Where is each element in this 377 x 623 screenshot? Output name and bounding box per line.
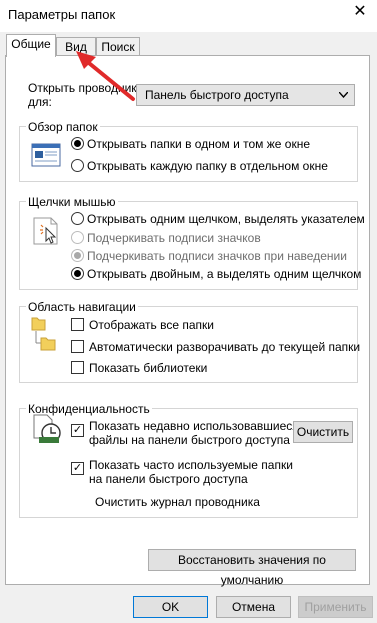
checkbox-show-libraries[interactable] (71, 361, 84, 374)
radio-separate-window[interactable] (71, 159, 84, 172)
tab-general[interactable]: Общие (6, 34, 56, 57)
option-same-window-label: Открывать папки в одном и том же окне (87, 137, 310, 151)
option-frequent-folders-line1: Показать часто используемые папки (89, 458, 293, 472)
option-separate-window-label: Открывать каждую папку в отдельном окне (87, 159, 328, 173)
clear-history-button[interactable]: Очистить (293, 421, 353, 443)
checkbox-expand-to-current[interactable] (71, 340, 84, 353)
option-expand-to-current-label: Автоматически разворачивать до текущей п… (89, 340, 361, 354)
option-recent-files-line2: файлы на панели быстрого доступа (89, 433, 290, 447)
navigation-pane-title: Область навигации (26, 300, 138, 314)
radio-double-click[interactable] (71, 267, 84, 280)
checkbox-frequent-folders[interactable]: ✓ (71, 462, 84, 475)
open-explorer-select[interactable]: Панель быстрого доступа (136, 84, 355, 106)
radio-same-window[interactable] (71, 137, 84, 150)
browse-folders-group (19, 126, 358, 182)
option-show-libraries-label: Показать библиотеки (89, 361, 208, 375)
chevron-down-icon (339, 92, 348, 98)
open-explorer-label-line2: для: (28, 95, 52, 109)
close-icon[interactable]: ✕ (351, 3, 369, 21)
option-single-click-label: Открывать одним щелчком, выделять указат… (87, 212, 365, 226)
privacy-clock-document-icon (33, 414, 61, 443)
checkbox-recent-files[interactable]: ✓ (71, 424, 84, 437)
option-underline-hover-label: Подчеркивать подписи значков при наведен… (87, 249, 347, 263)
checkbox-show-all-folders[interactable] (71, 318, 84, 331)
ok-button[interactable]: OK (133, 596, 208, 618)
option-show-all-folders-label: Отображать все папки (89, 318, 214, 332)
open-explorer-selected-value: Панель быстрого доступа (145, 88, 289, 102)
mouse-clicks-title: Щелчки мышью (26, 195, 118, 209)
option-double-click-label: Открывать двойным, а выделять одним щелч… (87, 267, 362, 281)
clear-history-label: Очистить журнал проводника (95, 495, 260, 509)
cancel-button[interactable]: Отмена (216, 596, 291, 618)
browse-folders-title: Обзор папок (26, 120, 100, 134)
window-icon (31, 143, 61, 167)
option-frequent-folders-line2: на панели быстрого доступа (89, 472, 248, 486)
radio-underline-hover[interactable] (71, 249, 84, 262)
click-pointer-icon (33, 217, 58, 245)
radio-underline-always[interactable] (71, 231, 84, 244)
restore-defaults-button[interactable]: Восстановить значения по умолчанию (148, 549, 356, 587)
apply-button[interactable]: Применить (298, 596, 373, 618)
option-recent-files-line1: Показать недавно использовавшиеся (89, 419, 299, 433)
window-title: Параметры папок (8, 7, 116, 22)
option-underline-always-label: Подчеркивать подписи значков (87, 231, 261, 245)
radio-single-click[interactable] (71, 212, 84, 225)
annotation-arrow-icon (76, 51, 135, 101)
folder-tree-icon (31, 317, 56, 351)
